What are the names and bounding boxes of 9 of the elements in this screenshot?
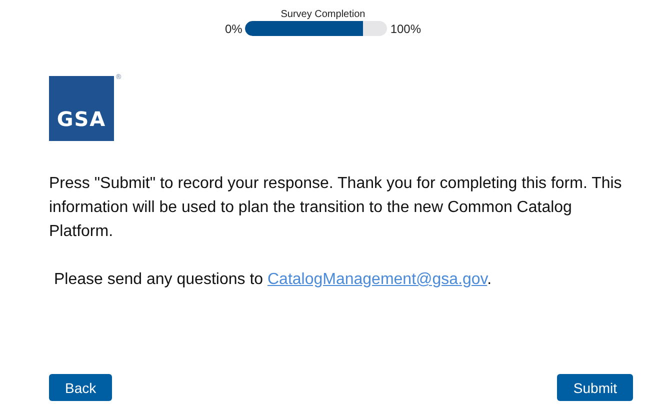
submit-button[interactable]: Submit (557, 374, 633, 401)
progress-title: Survey Completion (280, 9, 366, 20)
progress-min-label: 0% (224, 22, 242, 36)
back-button[interactable]: Back (49, 374, 112, 401)
logo: GSA (49, 76, 114, 141)
contact-text: Please send any questions to CatalogManagement@gsa.gov. (54, 270, 493, 290)
email-link[interactable]: CatalogManagement@gsa.gov (267, 271, 488, 288)
progress-max-label: 100% (390, 22, 422, 36)
completion-message: Press "Submit" to record your response. Thank you for completing this form. This information will be used to plan the transition to the new Common Catalog Platform. (49, 174, 623, 242)
